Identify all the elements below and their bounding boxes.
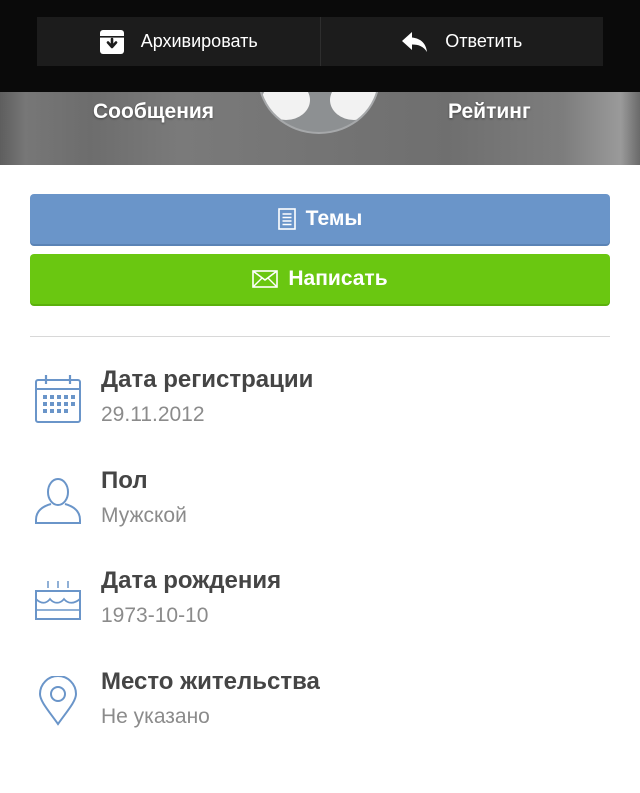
info-item-birth-date: Дата рождения 1973-10-10 xyxy=(30,567,610,647)
info-title: Дата рождения xyxy=(101,567,282,594)
avatar[interactable] xyxy=(258,92,380,134)
info-value: 29.11.2012 xyxy=(101,403,205,426)
document-icon xyxy=(277,208,296,230)
write-button[interactable]: Написать xyxy=(30,254,610,304)
info-title: Пол xyxy=(101,467,148,494)
person-icon xyxy=(30,467,86,527)
info-title: Дата регистрации xyxy=(101,366,314,393)
info-item-gender: Пол Мужской xyxy=(30,467,610,547)
calendar-icon xyxy=(30,366,86,426)
info-item-location: Место жительства Не указано xyxy=(30,668,610,748)
write-label: Написать xyxy=(288,267,388,290)
location-pin-icon xyxy=(30,668,86,728)
archive-label: Архивировать xyxy=(140,31,258,51)
birthday-cake-icon xyxy=(30,567,86,627)
divider xyxy=(30,336,610,337)
archive-icon xyxy=(99,29,125,55)
action-bar: Архивировать Ответить xyxy=(0,0,640,92)
info-item-registration-date: Дата регистрации 29.11.2012 xyxy=(30,366,610,446)
reply-label: Ответить xyxy=(445,31,523,51)
envelope-icon xyxy=(252,270,279,288)
topics-label: Темы xyxy=(305,207,363,230)
topics-button[interactable]: Темы xyxy=(30,194,610,244)
info-value: Не указано xyxy=(101,705,210,728)
reply-button[interactable]: Ответить xyxy=(319,17,604,66)
action-bar-buttons: Архивировать Ответить xyxy=(37,17,603,66)
info-value: 1973-10-10 xyxy=(101,604,209,627)
reply-icon xyxy=(401,31,429,53)
profile-header: Сообщения Рейтинг xyxy=(0,92,640,165)
info-title: Место жительства xyxy=(101,668,320,695)
rating-tab[interactable]: Рейтинг xyxy=(448,100,531,124)
info-value: Мужской xyxy=(101,504,187,527)
messages-tab[interactable]: Сообщения xyxy=(93,100,214,124)
archive-button[interactable]: Архивировать xyxy=(37,17,320,66)
